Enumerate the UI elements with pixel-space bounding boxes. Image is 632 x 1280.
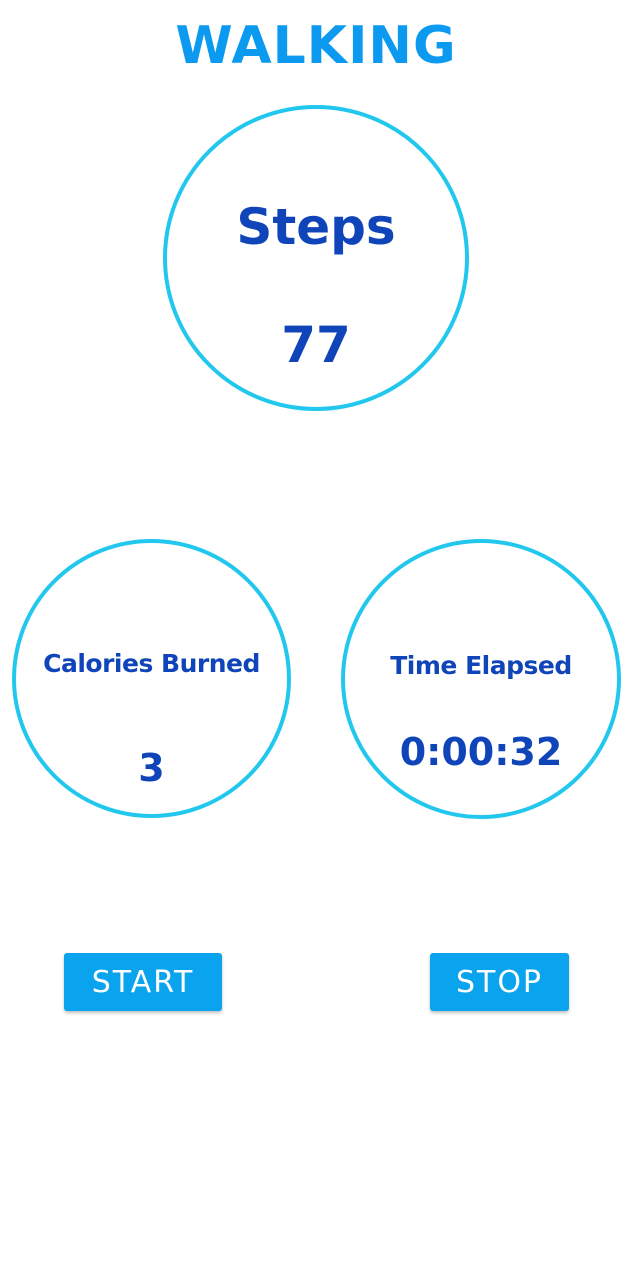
steps-label: Steps <box>236 198 396 256</box>
stop-button[interactable]: STOP <box>430 953 569 1011</box>
steps-circle: Steps 77 <box>163 105 469 411</box>
start-button[interactable]: START <box>64 953 222 1011</box>
calories-value: 3 <box>138 746 165 790</box>
steps-value: 77 <box>281 316 351 374</box>
app-title: WALKING <box>175 16 457 76</box>
calories-circle: Calories Burned 3 <box>12 539 291 818</box>
time-label: Time Elapsed <box>390 651 572 680</box>
calories-label: Calories Burned <box>43 649 260 678</box>
time-circle: Time Elapsed 0:00:32 <box>341 539 621 819</box>
time-value: 0:00:32 <box>399 730 563 774</box>
